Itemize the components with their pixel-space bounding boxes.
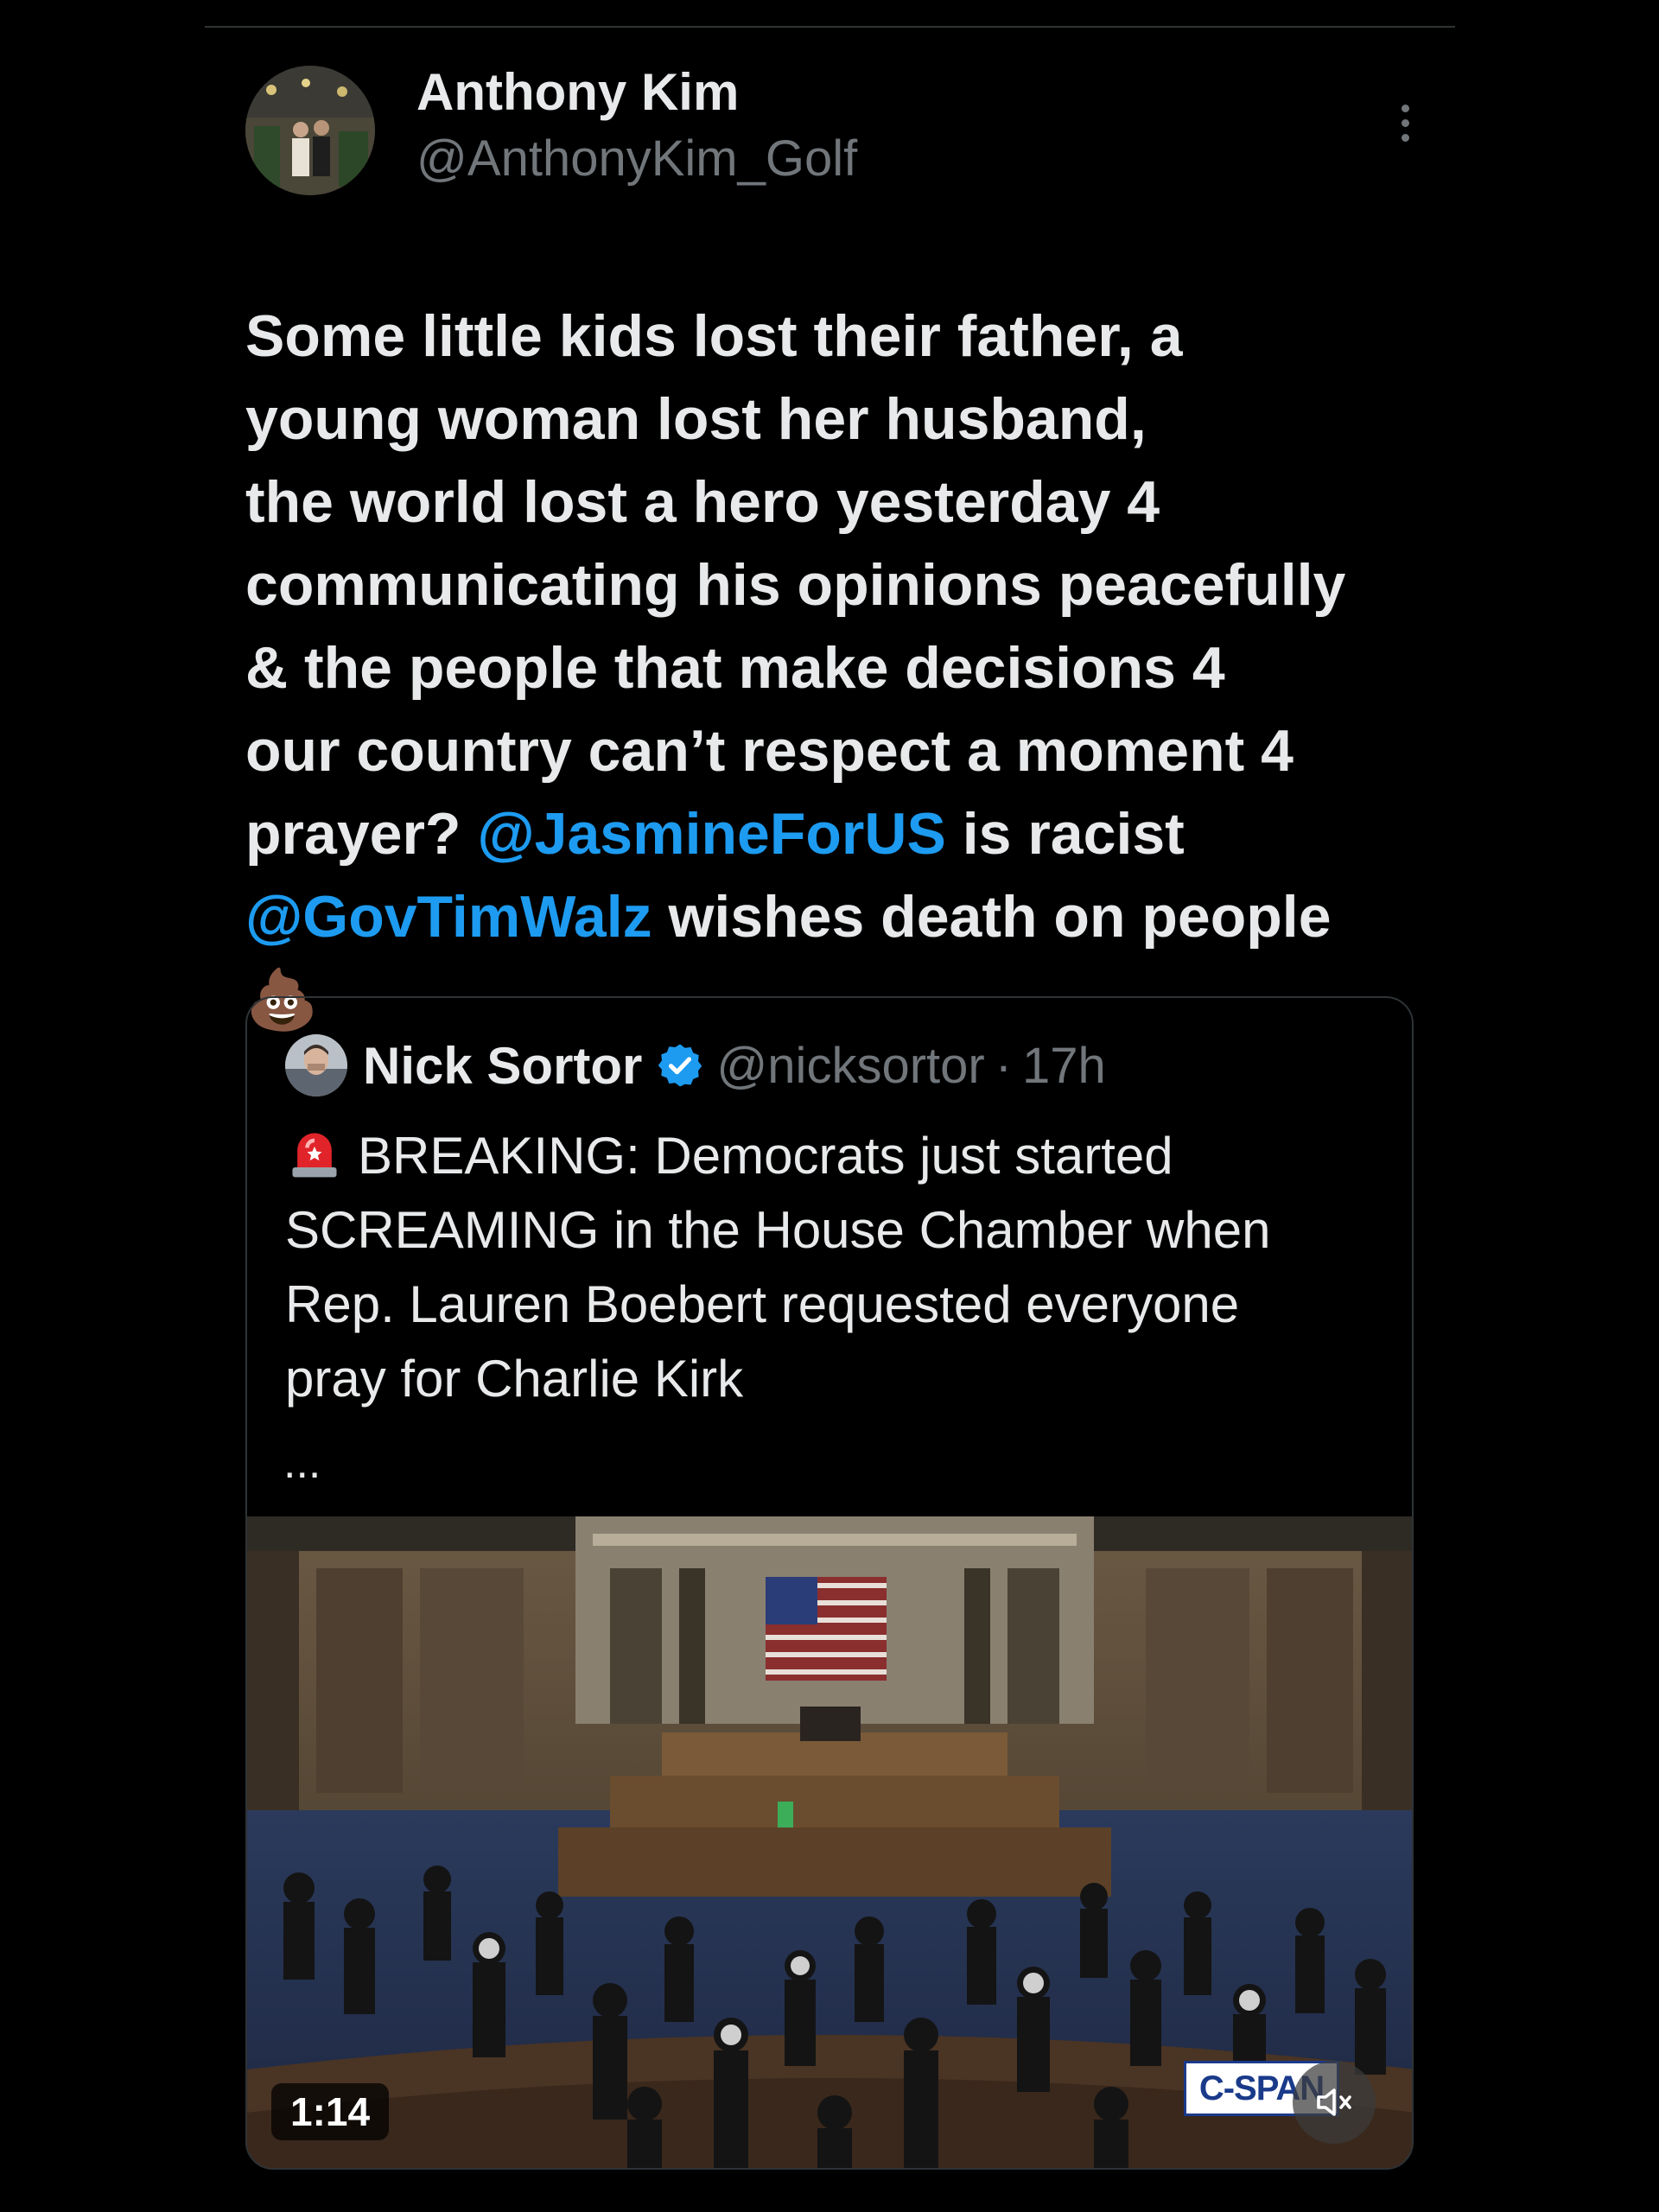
post-text: Some little kids lost their father, a you…	[245, 295, 1421, 1041]
author-name[interactable]: Anthony Kim	[416, 62, 739, 122]
post[interactable]: Anthony Kim @AnthonyKim_Golf Some little…	[245, 63, 1414, 1041]
quoted-post-truncation: ...	[283, 1438, 321, 1488]
quoted-post-text-line: pray for Charlie Kirk	[285, 1342, 1382, 1416]
post-text-segment: wishes death on people	[652, 884, 1332, 950]
quoted-post-text-segment: pray for Charlie Kirk	[285, 1350, 744, 1408]
post-header: Anthony Kim @AnthonyKim_Golf	[245, 63, 1414, 199]
top-divider	[205, 26, 1455, 28]
quoted-author-name[interactable]: Nick Sortor	[363, 1036, 642, 1096]
post-text-line: communicating his opinions peacefully	[245, 543, 1421, 626]
quoted-post-text-segment: SCREAMING in the House Chamber when	[285, 1201, 1271, 1259]
post-text-line: Some little kids lost their father, a	[245, 295, 1421, 378]
more-options-icon[interactable]	[1384, 97, 1426, 149]
quoted-post-text-segment: BREAKING: Democrats just started	[358, 1127, 1173, 1185]
post-text-line: young woman lost her husband,	[245, 378, 1421, 461]
quoted-post-text: BREAKING: Democrats just started SCREAMIN…	[285, 1119, 1382, 1416]
video-player[interactable]: 1:14 C-SPAN	[247, 1516, 1412, 2168]
volume-muted-icon[interactable]	[1293, 2061, 1376, 2144]
post-text-line: our country can’t respect a moment 4	[245, 709, 1421, 792]
quoted-author-handle[interactable]: @nicksortor	[716, 1037, 984, 1095]
post-text-segment: Some little kids lost their father, a	[245, 303, 1183, 369]
quoted-post-text-line: SCREAMING in the House Chamber when	[285, 1193, 1382, 1268]
quoted-post-text-line: BREAKING: Democrats just started	[285, 1119, 1382, 1193]
post-text-segment: & the people that make decisions 4	[245, 635, 1225, 701]
post-text-segment: the world lost a hero yesterday 4	[245, 469, 1160, 535]
quoted-post-text-line: Rep. Lauren Boebert requested everyone	[285, 1268, 1382, 1342]
post-text-line: & the people that make decisions 4	[245, 626, 1421, 709]
post-text-line: prayer? @JasmineForUS is racist	[245, 792, 1421, 875]
author-handle[interactable]: @AnthonyKim_Golf	[416, 130, 857, 188]
quoted-post-header: Nick Sortor @nicksortor · 17h	[285, 1031, 1106, 1100]
quoted-post-text-segment: Rep. Lauren Boebert requested everyone	[285, 1275, 1240, 1333]
video-duration: 1:14	[271, 2083, 390, 2140]
mention-link[interactable]: @GovTimWalz	[245, 884, 652, 950]
quoted-author-avatar[interactable]	[285, 1034, 347, 1096]
post-text-segment: young woman lost her husband,	[245, 386, 1147, 452]
rotating-light-icon	[292, 1133, 337, 1178]
post-text-segment: is racist	[945, 801, 1185, 867]
post-text-segment: communicating his opinions peacefully	[245, 552, 1346, 618]
verified-badge-icon	[658, 1044, 702, 1087]
mention-link[interactable]: @JasmineForUS	[477, 801, 945, 867]
author-avatar[interactable]	[245, 66, 375, 195]
post-text-segment: our country can’t respect a moment 4	[245, 718, 1294, 784]
post-text-line: the world lost a hero yesterday 4	[245, 461, 1421, 543]
quoted-post-time[interactable]: 17h	[1022, 1037, 1106, 1095]
post-text-line: @GovTimWalz wishes death on people	[245, 875, 1421, 958]
separator-dot: ·	[995, 1037, 1013, 1094]
quoted-post[interactable]: Nick Sortor @nicksortor · 17h BREAKING: …	[245, 996, 1414, 2170]
post-text-segment: prayer?	[245, 801, 478, 867]
